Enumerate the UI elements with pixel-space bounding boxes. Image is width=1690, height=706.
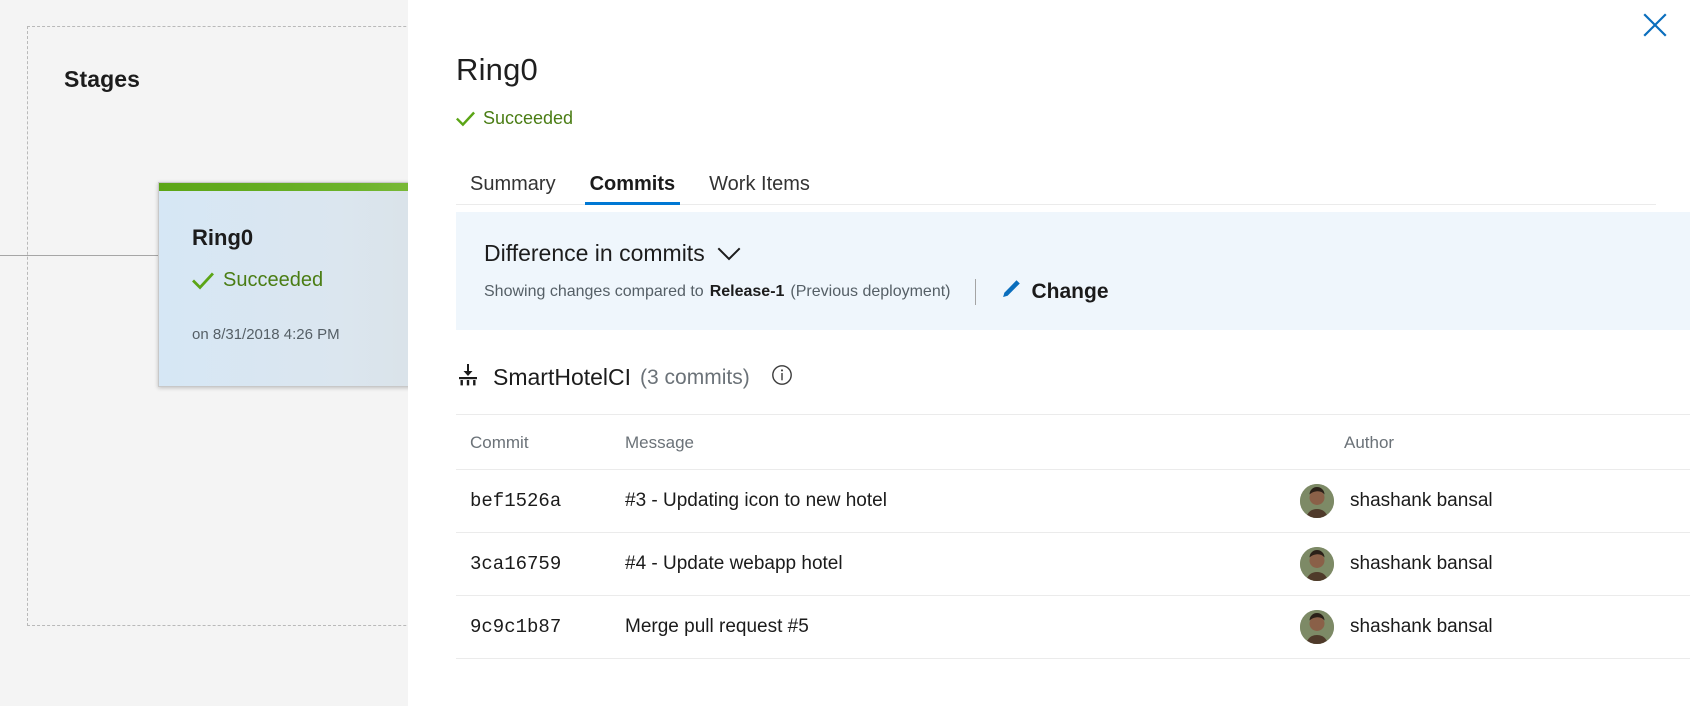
difference-in-commits-toggle[interactable]: Difference in commits [484, 240, 1690, 267]
commit-hash[interactable]: 3ca16759 [456, 532, 611, 596]
page-title: Ring0 [456, 52, 538, 87]
commits-table: Commit Message Author bef1526a #3 - Upda… [456, 414, 1690, 659]
commit-author-cell: shashank bansal [1286, 469, 1690, 533]
difference-description: Showing changes compared to Release-1 (P… [484, 278, 1690, 306]
tab-work-items[interactable]: Work Items [692, 174, 827, 204]
difference-in-commits-box: Difference in commits Showing changes co… [456, 212, 1690, 330]
checkmark-icon [192, 272, 214, 290]
avatar [1300, 484, 1334, 518]
close-icon[interactable] [1636, 6, 1674, 44]
chevron-down-icon[interactable] [717, 240, 741, 267]
commit-author-name: shashank bansal [1350, 490, 1493, 511]
commit-author-cell: shashank bansal [1286, 595, 1690, 659]
showing-changes-prefix: Showing changes compared to [484, 283, 704, 300]
stage-card-title: Ring0 [192, 225, 254, 250]
pipeline-canvas: Stages Ring0 Succeeded on 8/31/2018 4:26… [0, 0, 420, 706]
commit-message: #4 - Update webapp hotel [611, 532, 1286, 596]
checkmark-icon [456, 111, 475, 127]
stages-heading: Stages [64, 66, 141, 92]
status-badge: Succeeded [456, 108, 573, 129]
commit-author-name: shashank bansal [1350, 616, 1493, 637]
column-header-message: Message [611, 414, 1286, 470]
column-header-author: Author [1286, 414, 1690, 470]
artifact-header: SmartHotelCI (3 commits) [456, 363, 793, 392]
table-header-row: Commit Message Author [456, 414, 1690, 470]
compared-release-suffix: (Previous deployment) [790, 283, 951, 300]
table-row[interactable]: 9c9c1b87 Merge pull request #5 shashank … [456, 595, 1690, 659]
build-artifact-icon [456, 363, 480, 392]
divider [974, 279, 976, 305]
commit-hash[interactable]: bef1526a [456, 469, 611, 533]
commits-table-body: bef1526a #3 - Updating icon to new hotel [456, 469, 1690, 659]
commit-author-cell: shashank bansal [1286, 532, 1690, 596]
compared-release-name: Release-1 [709, 283, 785, 300]
change-button-label: Change [1031, 280, 1109, 303]
commit-author-name: shashank bansal [1350, 553, 1493, 574]
column-header-commit: Commit [456, 414, 611, 470]
stage-status-bar [159, 183, 420, 191]
stage-card-status-label: Succeeded [223, 269, 324, 291]
stage-card-timestamp: on 8/31/2018 4:26 PM [192, 326, 340, 343]
commit-message: #3 - Updating icon to new hotel [611, 469, 1286, 533]
tab-summary[interactable]: Summary [456, 174, 573, 204]
release-stage-details-screen: Stages Ring0 Succeeded on 8/31/2018 4:26… [0, 0, 1690, 706]
commit-message: Merge pull request #5 [611, 595, 1286, 659]
commits-table-head: Commit Message Author [456, 414, 1690, 470]
tab-bar: Summary Commits Work Items [456, 160, 1656, 205]
tab-commits[interactable]: Commits [573, 174, 693, 205]
artifact-commit-count: (3 commits) [640, 365, 750, 389]
status-badge-label: Succeeded [483, 108, 574, 128]
table-row[interactable]: 3ca16759 #4 - Update webapp hotel shasha… [456, 532, 1690, 596]
avatar [1300, 547, 1334, 581]
stage-card-status: Succeeded [192, 269, 323, 292]
stage-card-ring0[interactable]: Ring0 Succeeded on 8/31/2018 4:26 PM [158, 182, 420, 387]
table-row[interactable]: bef1526a #3 - Updating icon to new hotel [456, 469, 1690, 533]
info-icon[interactable] [771, 364, 793, 391]
difference-in-commits-label: Difference in commits [484, 240, 705, 266]
change-button[interactable]: Change [1000, 278, 1109, 306]
avatar [1300, 610, 1334, 644]
commit-hash[interactable]: 9c9c1b87 [456, 595, 611, 659]
artifact-name: SmartHotelCI [493, 364, 632, 390]
pencil-icon [1000, 278, 1022, 306]
